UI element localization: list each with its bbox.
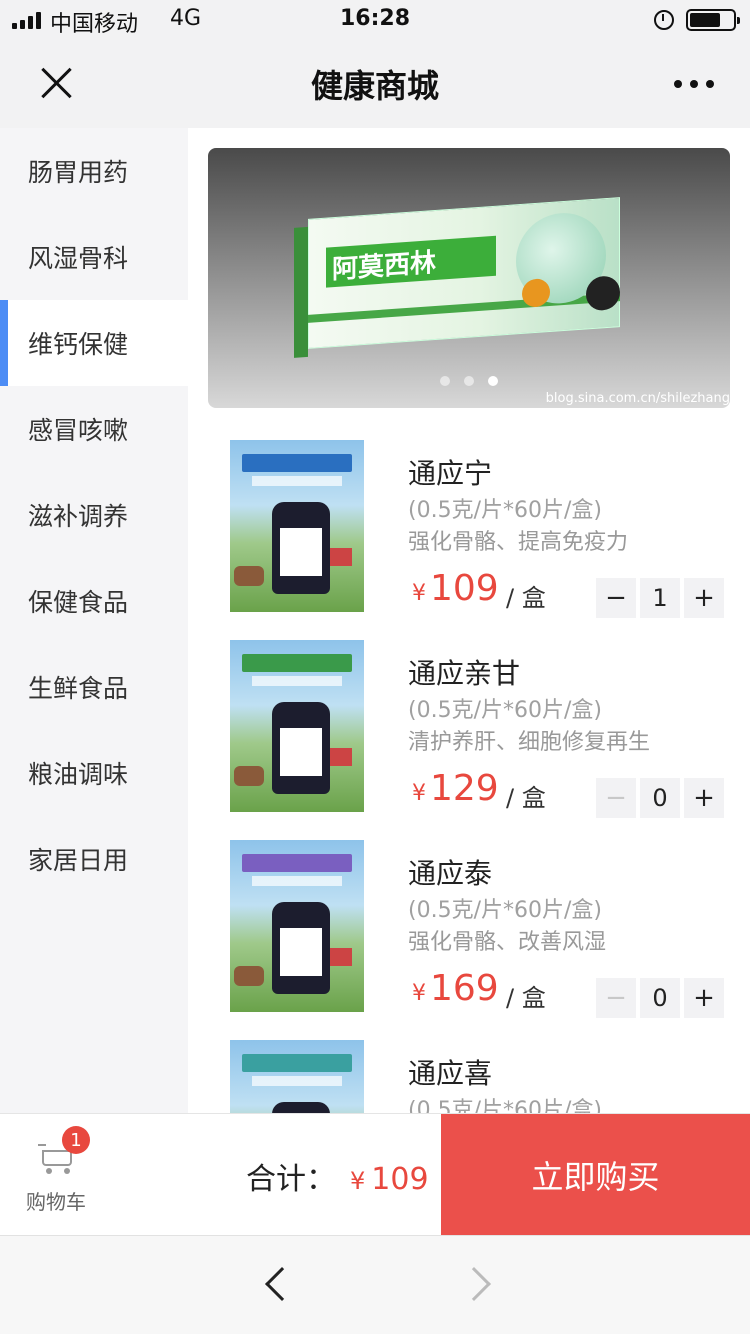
increase-button[interactable]: + — [684, 778, 724, 818]
banner-watermark: blog.sina.com.cn/shilezhang — [545, 391, 730, 406]
decrease-button[interactable]: − — [596, 578, 636, 618]
currency-symbol: ¥ — [412, 981, 426, 1006]
sidebar-item-label: 生鲜食品 — [28, 674, 129, 703]
page-title: 健康商城 — [310, 67, 439, 105]
product-name[interactable]: 通应亲甘 — [408, 652, 520, 692]
sidebar-item-rheumatism[interactable]: 风湿骨科 — [0, 214, 188, 300]
total-amount: 109 — [371, 1162, 429, 1197]
cart-count-badge: 1 — [62, 1126, 90, 1154]
product-description: 强化骨骼、提高免疫力 — [408, 530, 629, 555]
sidebar-item-cold-cough[interactable]: 感冒咳嗽 — [0, 386, 188, 472]
sidebar-item-calcium[interactable]: 维钙保健 — [0, 300, 188, 386]
product-image[interactable] — [230, 840, 364, 1012]
price-amount: 129 — [430, 768, 499, 809]
product-description: 强化骨骼、改善风湿 — [408, 930, 607, 955]
sidebar-item-label: 家居日用 — [28, 846, 129, 875]
sidebar-item-label: 风湿骨科 — [28, 244, 129, 273]
quantity-value: 0 — [640, 778, 680, 818]
buy-now-button[interactable]: 立即购买 — [441, 1114, 750, 1236]
product-price: ¥ 169 — [412, 968, 499, 1009]
product-content: 阿莫西林 blog.sina.com.cn/shilezhang 通应宁 (0.… — [188, 128, 750, 1114]
product-description: 清护养肝、细胞修复再生 — [408, 730, 651, 755]
sidebar-item-label: 维钙保健 — [28, 330, 129, 359]
carousel-dot[interactable] — [464, 376, 474, 386]
carousel-dot[interactable] — [440, 376, 450, 386]
currency-symbol: ¥ — [412, 581, 426, 606]
cart-bar: 1 购物车 合计： ¥ 109 立即购买 — [0, 1113, 750, 1236]
close-icon[interactable] — [36, 62, 76, 102]
price-unit: / 盒 — [506, 784, 546, 812]
product-image[interactable] — [230, 1040, 364, 1114]
promo-banner[interactable]: 阿莫西林 blog.sina.com.cn/shilezhang — [208, 148, 730, 408]
price-amount: 169 — [430, 968, 499, 1009]
product-item[interactable]: 通应喜 (0.5克/片*60片/盒) — [188, 1030, 750, 1114]
sidebar-item-health-food[interactable]: 保健食品 — [0, 558, 188, 644]
sidebar-item-label: 保健食品 — [28, 588, 129, 617]
status-bar: 中国移动 4G 16:28 — [0, 0, 750, 40]
cart-label[interactable]: 购物车 — [26, 1186, 86, 1215]
product-spec: (0.5克/片*60片/盒) — [408, 1098, 602, 1114]
quantity-stepper: − 1 + — [596, 578, 724, 618]
price-amount: 109 — [430, 568, 499, 609]
back-arrow-icon[interactable] — [265, 1267, 299, 1301]
order-total: 合计： ¥ 109 — [246, 1154, 429, 1198]
quantity-value: 0 — [640, 978, 680, 1018]
product-name[interactable]: 通应泰 — [408, 852, 492, 892]
battery-icon — [686, 9, 740, 31]
quantity-stepper: − 0 + — [596, 778, 724, 818]
product-spec: (0.5克/片*60片/盒) — [408, 898, 602, 923]
sidebar-item-household[interactable]: 家居日用 — [0, 816, 188, 902]
sidebar-item-label: 肠胃用药 — [28, 158, 129, 187]
price-unit: / 盒 — [506, 984, 546, 1012]
product-price: ¥ 109 — [412, 568, 499, 609]
sidebar-item-grain-oil[interactable]: 粮油调味 — [0, 730, 188, 816]
browser-toolbar — [0, 1235, 750, 1334]
status-time: 16:28 — [339, 6, 411, 31]
product-item[interactable]: 通应亲甘 (0.5克/片*60片/盒) 清护养肝、细胞修复再生 ¥ 129 / … — [188, 630, 750, 830]
medicine-box-image: 阿莫西林 — [294, 197, 620, 358]
quantity-value: 1 — [640, 578, 680, 618]
sidebar-item-label: 粮油调味 — [28, 760, 129, 789]
product-name[interactable]: 通应宁 — [408, 452, 492, 492]
increase-button[interactable]: + — [684, 978, 724, 1018]
sidebar-item-fresh-food[interactable]: 生鲜食品 — [0, 644, 188, 730]
product-spec: (0.5克/片*60片/盒) — [408, 498, 602, 523]
product-spec: (0.5克/片*60片/盒) — [408, 698, 602, 723]
increase-button[interactable]: + — [684, 578, 724, 618]
product-price: ¥ 129 — [412, 768, 499, 809]
sidebar-item-tonic[interactable]: 滋补调养 — [0, 472, 188, 558]
sidebar-item-label: 感冒咳嗽 — [28, 416, 129, 445]
alarm-icon — [654, 10, 674, 30]
product-item[interactable]: 通应宁 (0.5克/片*60片/盒) 强化骨骼、提高免疫力 ¥ 109 / 盒 … — [188, 430, 750, 630]
product-image[interactable] — [230, 640, 364, 812]
nav-bar: 健康商城 — [0, 40, 750, 128]
product-name[interactable]: 通应喜 — [408, 1052, 492, 1092]
total-label: 合计： — [246, 1162, 336, 1197]
product-item[interactable]: 通应泰 (0.5克/片*60片/盒) 强化骨骼、改善风湿 ¥ 169 / 盒 −… — [188, 830, 750, 1030]
decrease-button[interactable]: − — [596, 778, 636, 818]
more-icon[interactable] — [674, 80, 714, 88]
price-unit: / 盒 — [506, 584, 546, 612]
sidebar-item-gastro[interactable]: 肠胃用药 — [0, 128, 188, 214]
forward-arrow-icon[interactable] — [457, 1267, 491, 1301]
carousel-dots[interactable] — [440, 376, 498, 386]
quantity-stepper: − 0 + — [596, 978, 724, 1018]
decrease-button[interactable]: − — [596, 978, 636, 1018]
total-currency: ¥ — [350, 1167, 366, 1195]
category-sidebar: 肠胃用药 风湿骨科 维钙保健 感冒咳嗽 滋补调养 保健食品 生鲜食品 粮油调味 … — [0, 128, 188, 1114]
carousel-dot-active[interactable] — [488, 376, 498, 386]
currency-symbol: ¥ — [412, 781, 426, 806]
sidebar-item-label: 滋补调养 — [28, 502, 129, 531]
product-image[interactable] — [230, 440, 364, 612]
